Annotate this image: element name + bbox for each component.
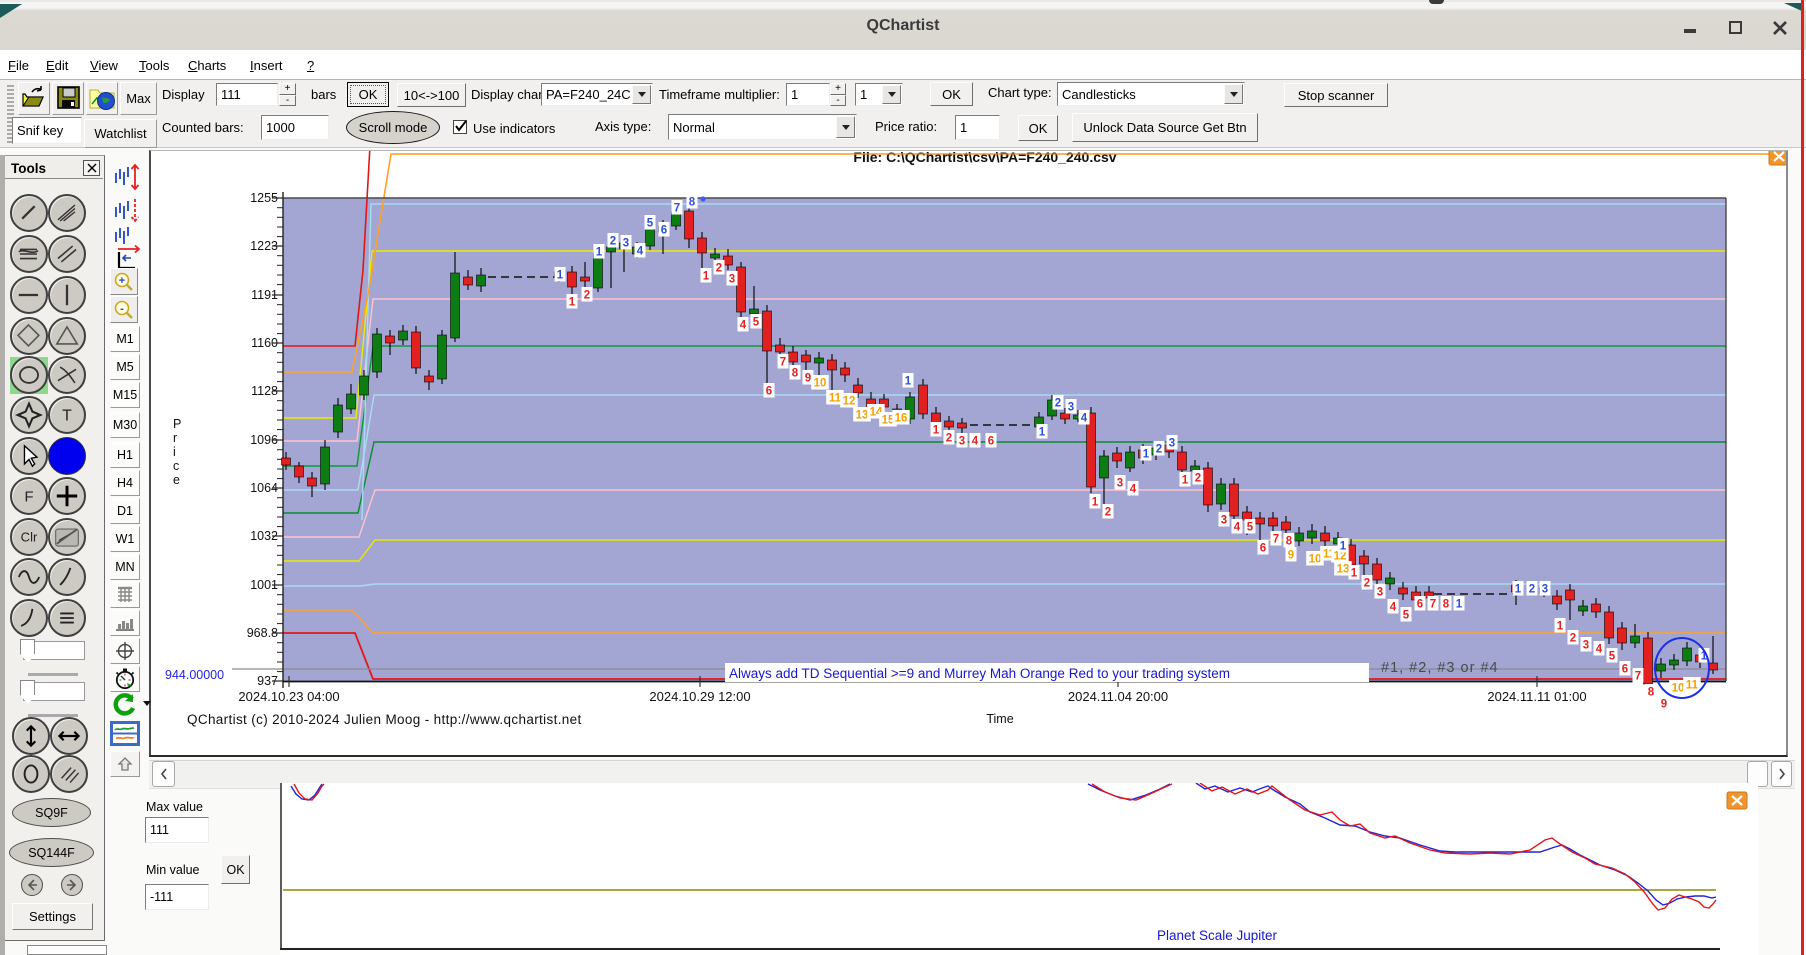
svg-text:6: 6 (1260, 543, 1266, 555)
svg-text:3: 3 (959, 436, 965, 448)
svg-text:2: 2 (1055, 398, 1061, 410)
svg-text:9: 9 (1661, 699, 1667, 711)
svg-text:1: 1 (1039, 427, 1046, 439)
svg-text:2024.10.29 12:00: 2024.10.29 12:00 (649, 689, 750, 704)
svg-text:3: 3 (1169, 438, 1175, 450)
svg-text:Always add TD Sequential >=9 a: Always add TD Sequential >=9 and Murrey … (729, 666, 1230, 681)
svg-text:5: 5 (753, 317, 760, 329)
svg-text:2: 2 (716, 263, 722, 275)
svg-text:2: 2 (1529, 584, 1535, 596)
svg-text:4: 4 (1081, 413, 1088, 425)
svg-text:9: 9 (1288, 550, 1294, 562)
svg-text:4: 4 (1130, 484, 1137, 496)
svg-text:2: 2 (1364, 578, 1370, 590)
svg-text:11: 11 (1686, 680, 1699, 692)
svg-text:2024.11.04 20:00: 2024.11.04 20:00 (1068, 689, 1168, 704)
svg-text:2: 2 (1195, 473, 1201, 485)
svg-text:2: 2 (584, 290, 590, 302)
svg-text:e: e (173, 473, 180, 487)
svg-text:5: 5 (647, 218, 654, 230)
svg-text:13: 13 (1337, 564, 1350, 576)
svg-text:1: 1 (1456, 599, 1463, 611)
svg-text:6: 6 (661, 225, 667, 237)
svg-text:5: 5 (1609, 651, 1616, 663)
svg-text:6: 6 (988, 436, 994, 448)
svg-text:3: 3 (623, 238, 629, 250)
svg-text:3: 3 (1583, 640, 1589, 652)
svg-text:944.00000: 944.00000 (165, 668, 224, 682)
svg-text:4: 4 (1234, 522, 1241, 534)
svg-text:7: 7 (1273, 534, 1279, 546)
svg-text:Clr: Clr (21, 530, 38, 545)
svg-text:9: 9 (805, 373, 811, 385)
svg-text:1: 1 (703, 271, 710, 283)
svg-text:r: r (173, 431, 177, 445)
svg-text:4: 4 (637, 246, 644, 258)
svg-text:8: 8 (1443, 599, 1450, 611)
svg-text:8: 8 (1286, 536, 1293, 548)
svg-text:1: 1 (1340, 541, 1347, 553)
svg-text:2: 2 (1105, 507, 1111, 519)
svg-text:7: 7 (674, 203, 680, 215)
svg-text:Time: Time (986, 712, 1013, 726)
svg-text:4: 4 (740, 320, 747, 332)
svg-text:1: 1 (569, 297, 576, 309)
svg-text:4: 4 (972, 436, 979, 448)
svg-text:3: 3 (1068, 402, 1074, 414)
svg-text:3: 3 (729, 274, 735, 286)
svg-text:10: 10 (814, 378, 827, 390)
svg-text:6: 6 (1417, 599, 1423, 611)
svg-text:4: 4 (1596, 644, 1603, 656)
svg-text:2024.10.23 04:00: 2024.10.23 04:00 (238, 689, 339, 704)
svg-text:-: - (120, 303, 124, 315)
svg-text:1: 1 (557, 270, 564, 282)
svg-text:10: 10 (1672, 683, 1685, 695)
svg-text:Planet Scale Jupiter: Planet Scale Jupiter (1157, 928, 1278, 943)
svg-text:1: 1 (1143, 449, 1150, 461)
svg-text:2: 2 (1156, 444, 1162, 456)
svg-text:1: 1 (1092, 497, 1099, 509)
svg-text:8: 8 (792, 368, 799, 380)
svg-text:6: 6 (766, 386, 772, 398)
svg-text:3: 3 (1221, 515, 1227, 527)
svg-text:T: T (62, 408, 72, 425)
svg-text:QChartist (c) 2010-2024 Julien: QChartist (c) 2010-2024 Julien Moog - ht… (187, 712, 582, 727)
svg-text:i: i (173, 445, 176, 459)
svg-text:1: 1 (1182, 475, 1189, 487)
svg-text:+: + (119, 275, 125, 287)
svg-text:File: C:\QChartist\csv\PA=F240: File: C:\QChartist\csv\PA=F240_240.csv (853, 151, 1116, 165)
svg-text:11: 11 (829, 393, 842, 405)
svg-text:7: 7 (780, 357, 786, 369)
svg-text:1: 1 (596, 247, 603, 259)
svg-text:8: 8 (689, 197, 696, 209)
svg-text:3: 3 (1377, 587, 1383, 599)
svg-text:13: 13 (856, 410, 869, 422)
svg-text:6: 6 (1622, 664, 1628, 676)
svg-text:1: 1 (1351, 568, 1358, 580)
svg-text:2: 2 (1570, 633, 1576, 645)
svg-text:4: 4 (1390, 602, 1397, 614)
svg-text:8: 8 (1648, 687, 1655, 699)
svg-text:10: 10 (1309, 554, 1322, 566)
svg-text:3: 3 (1117, 478, 1123, 490)
svg-text:5: 5 (1403, 610, 1410, 622)
svg-text:12: 12 (843, 396, 856, 408)
svg-text:7: 7 (1635, 671, 1641, 683)
svg-text:F: F (25, 490, 34, 506)
svg-text:1: 1 (933, 425, 940, 437)
svg-text:1: 1 (1557, 621, 1564, 633)
svg-text:1: 1 (905, 376, 912, 388)
svg-text:#1, #2, #3 or #4: #1, #2, #3 or #4 (1381, 660, 1499, 676)
svg-text:5: 5 (1247, 522, 1254, 534)
svg-text:3: 3 (1542, 584, 1548, 596)
svg-text:16: 16 (895, 413, 908, 425)
svg-text:2: 2 (946, 433, 952, 445)
svg-text:1: 1 (1515, 584, 1522, 596)
svg-text:2: 2 (610, 236, 616, 248)
svg-text:2024.11.11 01:00: 2024.11.11 01:00 (1487, 689, 1586, 704)
svg-text:7: 7 (1430, 599, 1436, 611)
svg-text:P: P (173, 417, 181, 431)
svg-text:c: c (173, 459, 179, 473)
